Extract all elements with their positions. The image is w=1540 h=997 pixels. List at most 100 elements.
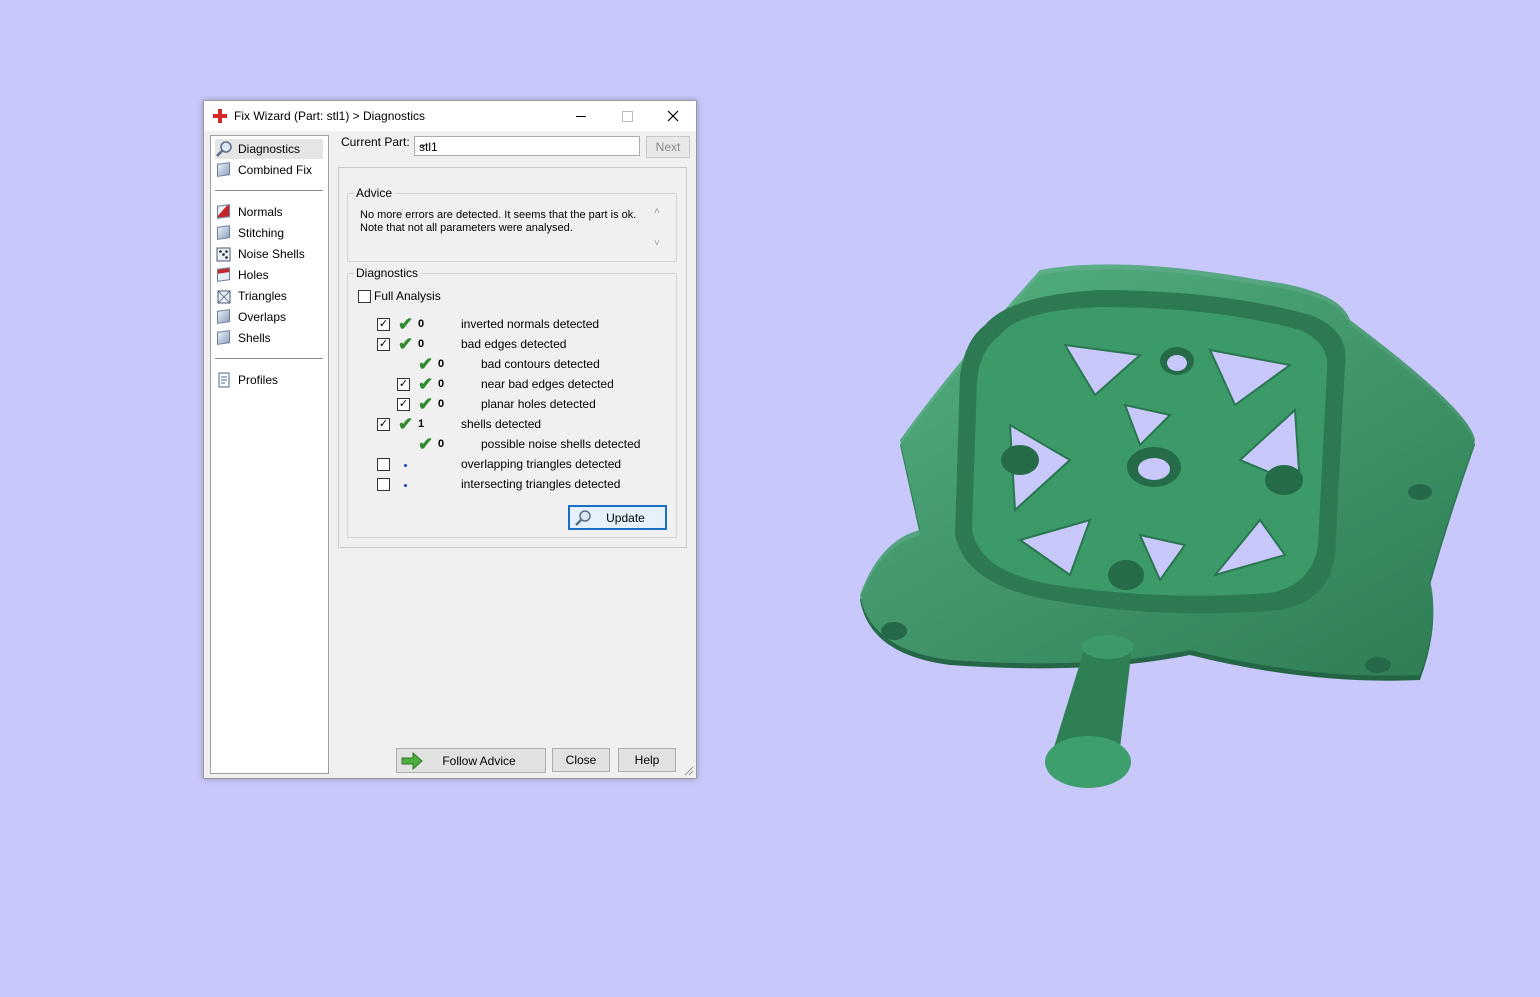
nav-item-label: Stitching <box>238 226 285 240</box>
diag-count: 0 <box>438 358 445 370</box>
diag-checkbox-shells[interactable]: ✓ <box>377 418 390 431</box>
resize-grip[interactable] <box>684 765 694 776</box>
update-button[interactable]: Update <box>568 505 667 530</box>
current-part-select[interactable]: stl1 ⌄ <box>414 136 640 156</box>
nav-item-diagnostics[interactable]: Diagnostics <box>215 139 323 159</box>
maximize-button[interactable] <box>604 101 650 131</box>
diag-text: possible noise shells detected <box>481 437 641 451</box>
app-cross-icon <box>213 109 227 123</box>
advice-group: Advice No more errors are detected. It s… <box>347 186 677 262</box>
next-button-label: Next <box>655 140 681 154</box>
check-ok-icon: ✔ <box>418 374 434 394</box>
status-unknown-icon <box>404 484 407 487</box>
nav-item-label: Shells <box>238 331 271 345</box>
nav-item-noise-shells[interactable]: Noise Shells <box>215 244 323 264</box>
help-button-label: Help <box>634 753 660 767</box>
close-icon <box>667 110 679 122</box>
diag-text: inverted normals detected <box>461 317 600 331</box>
cube-red-icon <box>215 266 233 284</box>
nav-item-shells[interactable]: Shells <box>215 328 323 348</box>
check-ok-icon: ✔ <box>418 434 434 454</box>
scroll-up-icon: ˄ <box>654 206 660 217</box>
diag-text: bad contours detected <box>481 357 600 371</box>
nav-item-normals[interactable]: Normals <box>215 202 323 222</box>
check-ok-icon: ✔ <box>418 394 434 414</box>
diagnostics-title: Diagnostics <box>354 266 421 280</box>
diag-text: overlapping triangles detected <box>461 457 622 471</box>
magnifier-icon <box>215 140 233 158</box>
minimize-button[interactable] <box>558 101 604 131</box>
nav-item-label: Normals <box>238 205 283 219</box>
maximize-icon <box>621 110 633 122</box>
wizard-nav: Diagnostics Combined Fix Normals Stitchi… <box>210 135 329 774</box>
dice-icon <box>215 245 233 263</box>
fix-wizard-window: Fix Wizard (Part: stl1) > Diagnostics Di… <box>203 100 697 779</box>
diag-text: shells detected <box>461 417 542 431</box>
nav-item-label: Overlaps <box>238 310 287 324</box>
help-button[interactable]: Help <box>618 748 676 772</box>
nav-item-stitching[interactable]: Stitching <box>215 223 323 243</box>
current-part-label: Current Part: <box>341 135 410 149</box>
follow-advice-label: Follow Advice <box>442 753 516 768</box>
diag-checkbox-bad-edges[interactable]: ✓ <box>377 338 390 351</box>
cube-icon <box>215 224 233 242</box>
arrow-right-icon <box>401 752 423 770</box>
nav-divider <box>215 190 323 191</box>
cube-icon <box>215 308 233 326</box>
diag-count: 0 <box>438 438 445 450</box>
nav-item-profiles[interactable]: Profiles <box>215 370 323 390</box>
nav-item-label: Diagnostics <box>238 142 301 156</box>
close-button-label: Close <box>565 753 597 767</box>
nav-item-label: Profiles <box>238 373 279 387</box>
diag-checkbox-inverted-normals[interactable]: ✓ <box>377 318 390 331</box>
minimize-icon <box>576 115 586 117</box>
diag-count: 1 <box>418 418 425 430</box>
diag-text: bad edges detected <box>461 337 567 351</box>
next-button[interactable]: Next <box>646 136 690 158</box>
check-ok-icon: ✔ <box>398 414 414 434</box>
nav-item-label: Holes <box>238 268 269 282</box>
close-button[interactable]: Close <box>552 748 610 772</box>
diag-count: 0 <box>418 318 425 330</box>
cube-icon <box>215 161 233 179</box>
check-ok-icon: ✔ <box>398 314 414 334</box>
diag-checkbox-intersecting-triangles[interactable] <box>377 478 390 491</box>
chevron-down-icon: ⌄ <box>419 139 428 150</box>
nav-item-overlaps[interactable]: Overlaps <box>215 307 323 327</box>
check-ok-icon: ✔ <box>418 354 434 374</box>
advice-line-2: Note that not all parameters were analys… <box>360 222 573 234</box>
cube-red-icon <box>215 203 233 221</box>
nav-item-combined-fix[interactable]: Combined Fix <box>215 160 323 180</box>
diag-checkbox-near-bad-edges[interactable]: ✓ <box>397 378 410 391</box>
check-ok-icon: ✔ <box>398 334 414 354</box>
magnifier-icon <box>575 510 591 526</box>
diag-text: intersecting triangles detected <box>461 477 621 491</box>
diag-count: 0 <box>438 398 445 410</box>
advice-line-1: No more errors are detected. It seems th… <box>360 209 637 221</box>
nav-item-label: Combined Fix <box>238 163 313 177</box>
nav-divider <box>215 358 323 359</box>
diag-checkbox-planar-holes[interactable]: ✓ <box>397 398 410 411</box>
diag-checkbox-overlapping-triangles[interactable] <box>377 458 390 471</box>
advice-scrollbar[interactable]: ˄ ˅ <box>652 206 666 254</box>
document-icon <box>215 371 233 389</box>
update-button-label: Update <box>606 510 645 525</box>
full-analysis-checkbox[interactable] <box>358 290 371 303</box>
close-window-button[interactable] <box>650 101 696 131</box>
nav-item-holes[interactable]: Holes <box>215 265 323 285</box>
diag-text: near bad edges detected <box>481 377 614 391</box>
part-3d-model[interactable] <box>840 255 1490 800</box>
scroll-down-icon: ˅ <box>654 238 660 249</box>
title-bar[interactable]: Fix Wizard (Part: stl1) > Diagnostics <box>204 101 696 131</box>
advice-title: Advice <box>354 186 395 200</box>
cube-icon <box>215 329 233 347</box>
status-unknown-icon <box>404 464 407 467</box>
cube-icon <box>215 287 233 305</box>
window-title: Fix Wizard (Part: stl1) > Diagnostics <box>234 109 426 123</box>
nav-item-label: Noise Shells <box>238 247 305 261</box>
nav-item-triangles[interactable]: Triangles <box>215 286 323 306</box>
nav-item-label: Triangles <box>238 289 287 303</box>
diag-count: 0 <box>418 338 425 350</box>
follow-advice-button[interactable]: Follow Advice <box>396 748 546 773</box>
full-analysis-label: Full Analysis <box>374 289 441 303</box>
